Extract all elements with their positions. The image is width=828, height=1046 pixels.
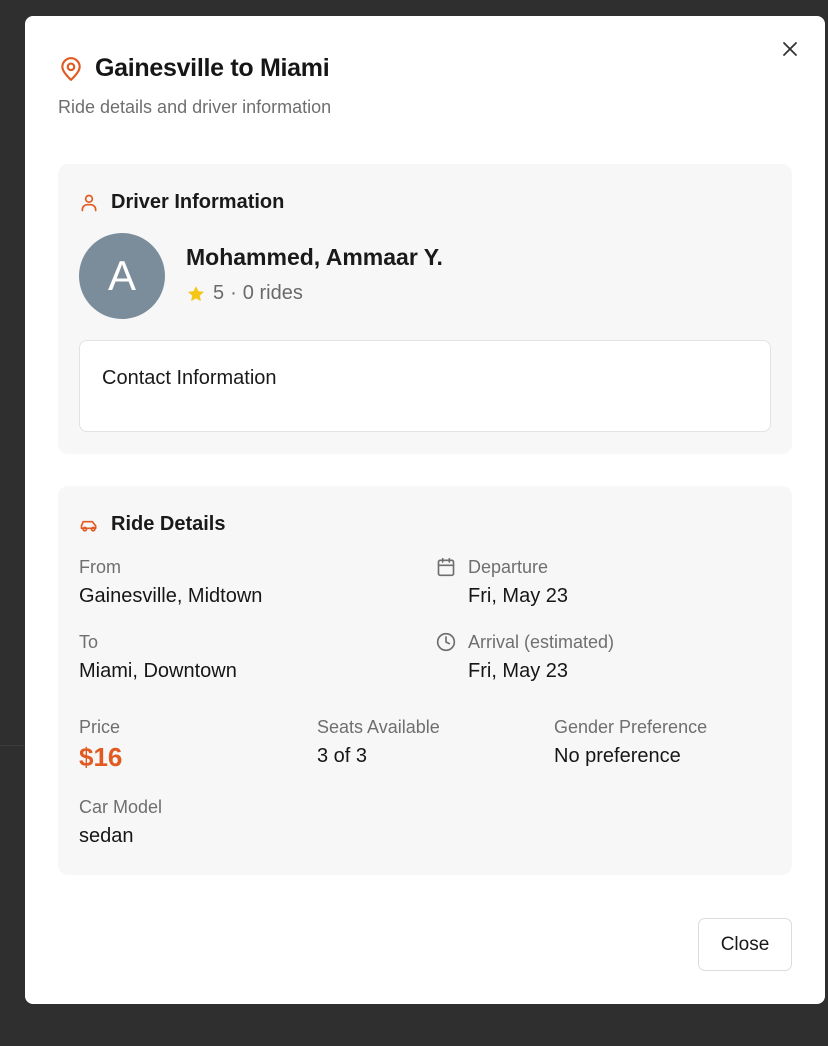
- departure-field: Departure Fri, May 23: [437, 557, 569, 608]
- to-value: Miami, Downtown: [79, 660, 237, 682]
- contact-information-title: Contact Information: [102, 367, 277, 389]
- rating-separator: ·: [230, 282, 237, 304]
- ride-section-title: Ride Details: [111, 513, 226, 535]
- contact-information-box: Contact Information: [79, 340, 771, 432]
- arrival-field: Arrival (estimated) Fri, May 23: [436, 632, 615, 683]
- close-icon[interactable]: [777, 36, 803, 62]
- ride-section-header: Ride Details: [79, 513, 225, 536]
- calendar-icon: [436, 557, 458, 579]
- departure-value: Fri, May 23: [468, 585, 569, 607]
- price-label: Price: [79, 717, 121, 737]
- from-label: From: [79, 557, 121, 577]
- car-model-label: Car Model: [79, 797, 163, 817]
- departure-label: Departure: [468, 557, 549, 577]
- ride-count: 0 rides: [242, 282, 303, 304]
- ride-details-dialog: Gainesville to Miami Ride details and dr…: [25, 16, 825, 1004]
- map-pin-icon: [58, 56, 84, 82]
- from-field: From Gainesville, Midtown: [79, 557, 262, 608]
- car-model-value: sedan: [79, 825, 134, 847]
- driver-name: Mohammed, Ammaar Y.: [186, 244, 443, 270]
- avatar: A: [79, 233, 165, 319]
- from-value: Gainesville, Midtown: [79, 585, 263, 607]
- arrival-label: Arrival (estimated): [468, 632, 615, 652]
- driver-section-header: Driver Information: [79, 191, 284, 214]
- gender-preference-label: Gender Preference: [554, 717, 708, 737]
- seats-value: 3 of 3: [317, 745, 368, 767]
- clock-icon: [436, 632, 458, 654]
- car-icon: [79, 515, 99, 535]
- to-field: To Miami, Downtown: [79, 632, 237, 683]
- seats-label: Seats Available: [317, 717, 440, 737]
- price-field: Price $16: [79, 717, 122, 773]
- seats-field: Seats Available 3 of 3: [317, 717, 440, 768]
- rating-value: 5: [213, 282, 225, 304]
- arrival-value: Fri, May 23: [468, 660, 569, 682]
- close-button[interactable]: Close: [698, 918, 792, 971]
- car-model-field: Car Model sedan: [79, 797, 162, 848]
- gender-preference-value: No preference: [554, 745, 681, 767]
- dialog-subtitle: Ride details and driver information: [58, 97, 332, 117]
- star-icon: [186, 284, 206, 304]
- dialog-header: Gainesville to Miami: [58, 54, 330, 83]
- gender-preference-field: Gender Preference No preference: [554, 717, 707, 768]
- price-value: $16: [79, 742, 123, 772]
- to-label: To: [79, 632, 99, 652]
- driver-information-card: Driver Information A Mohammed, Ammaar Y.…: [58, 164, 792, 454]
- driver-section-title: Driver Information: [111, 191, 285, 213]
- dialog-title: Gainesville to Miami: [95, 54, 330, 82]
- driver-rating: 5 · 0 rides: [186, 282, 303, 305]
- ride-details-card: Ride Details From Gainesville, Midtown D…: [58, 486, 792, 875]
- user-icon: [79, 193, 99, 213]
- background-page: [0, 745, 28, 1045]
